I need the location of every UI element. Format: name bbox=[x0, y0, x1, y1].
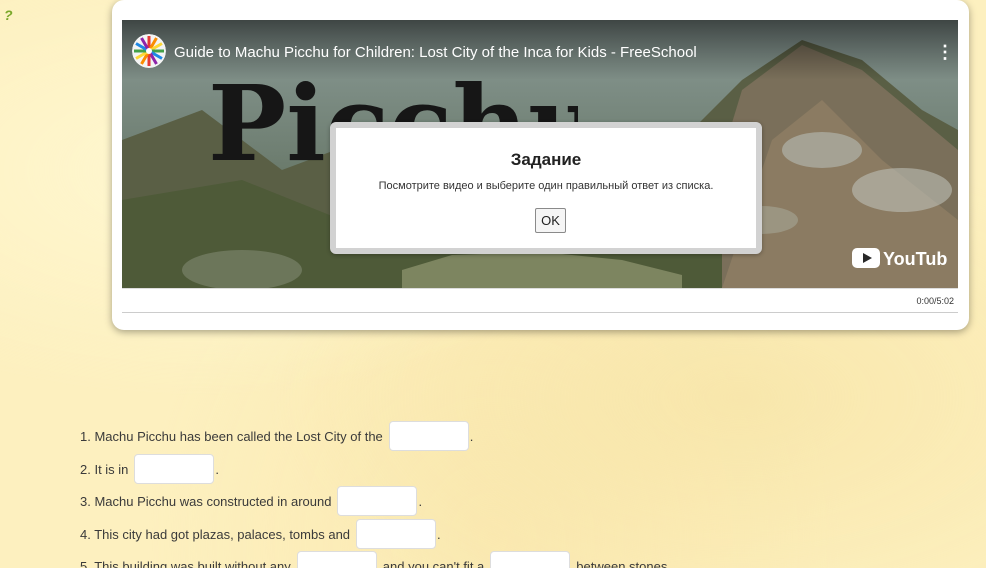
help-icon[interactable]: ? bbox=[4, 6, 22, 24]
more-vertical-icon[interactable]: ⋮ bbox=[936, 42, 954, 62]
question-text: 2. It is in bbox=[80, 461, 129, 477]
time-display: 0:00/5:02 bbox=[916, 296, 954, 306]
answer-blank-1[interactable] bbox=[388, 421, 469, 451]
question-5: 5. This building was built without any a… bbox=[80, 551, 671, 568]
answer-blank-5[interactable] bbox=[296, 551, 377, 568]
youtube-brand-text: YouTube bbox=[883, 249, 948, 269]
question-end: . bbox=[418, 493, 423, 509]
question-4: 4. This city had got plazas, palaces, to… bbox=[80, 519, 441, 549]
answer-blank-2[interactable] bbox=[134, 454, 215, 484]
questions-list: 1. Machu Picchu has been called the Lost… bbox=[80, 0, 880, 568]
answer-blank-3[interactable] bbox=[337, 486, 418, 516]
question-text: 4. This city had got plazas, palaces, to… bbox=[80, 526, 351, 542]
answer-blank-4[interactable] bbox=[356, 519, 437, 549]
question-end: between stones. bbox=[576, 558, 671, 568]
question-text: 3. Machu Picchu was constructed in aroun… bbox=[80, 493, 332, 509]
question-text: 5. This building was built without any bbox=[80, 558, 291, 568]
question-3: 3. Machu Picchu was constructed in aroun… bbox=[80, 486, 422, 516]
question-1: 1. Machu Picchu has been called the Lost… bbox=[80, 421, 473, 451]
question-2: 2. It is in . bbox=[80, 454, 219, 484]
answer-blank-6[interactable] bbox=[490, 551, 571, 568]
question-text-middle: and you can't fit a bbox=[382, 558, 485, 568]
question-end: . bbox=[469, 428, 474, 444]
question-end: . bbox=[215, 461, 220, 477]
question-text: 1. Machu Picchu has been called the Lost… bbox=[80, 428, 383, 444]
question-end: . bbox=[437, 526, 441, 542]
